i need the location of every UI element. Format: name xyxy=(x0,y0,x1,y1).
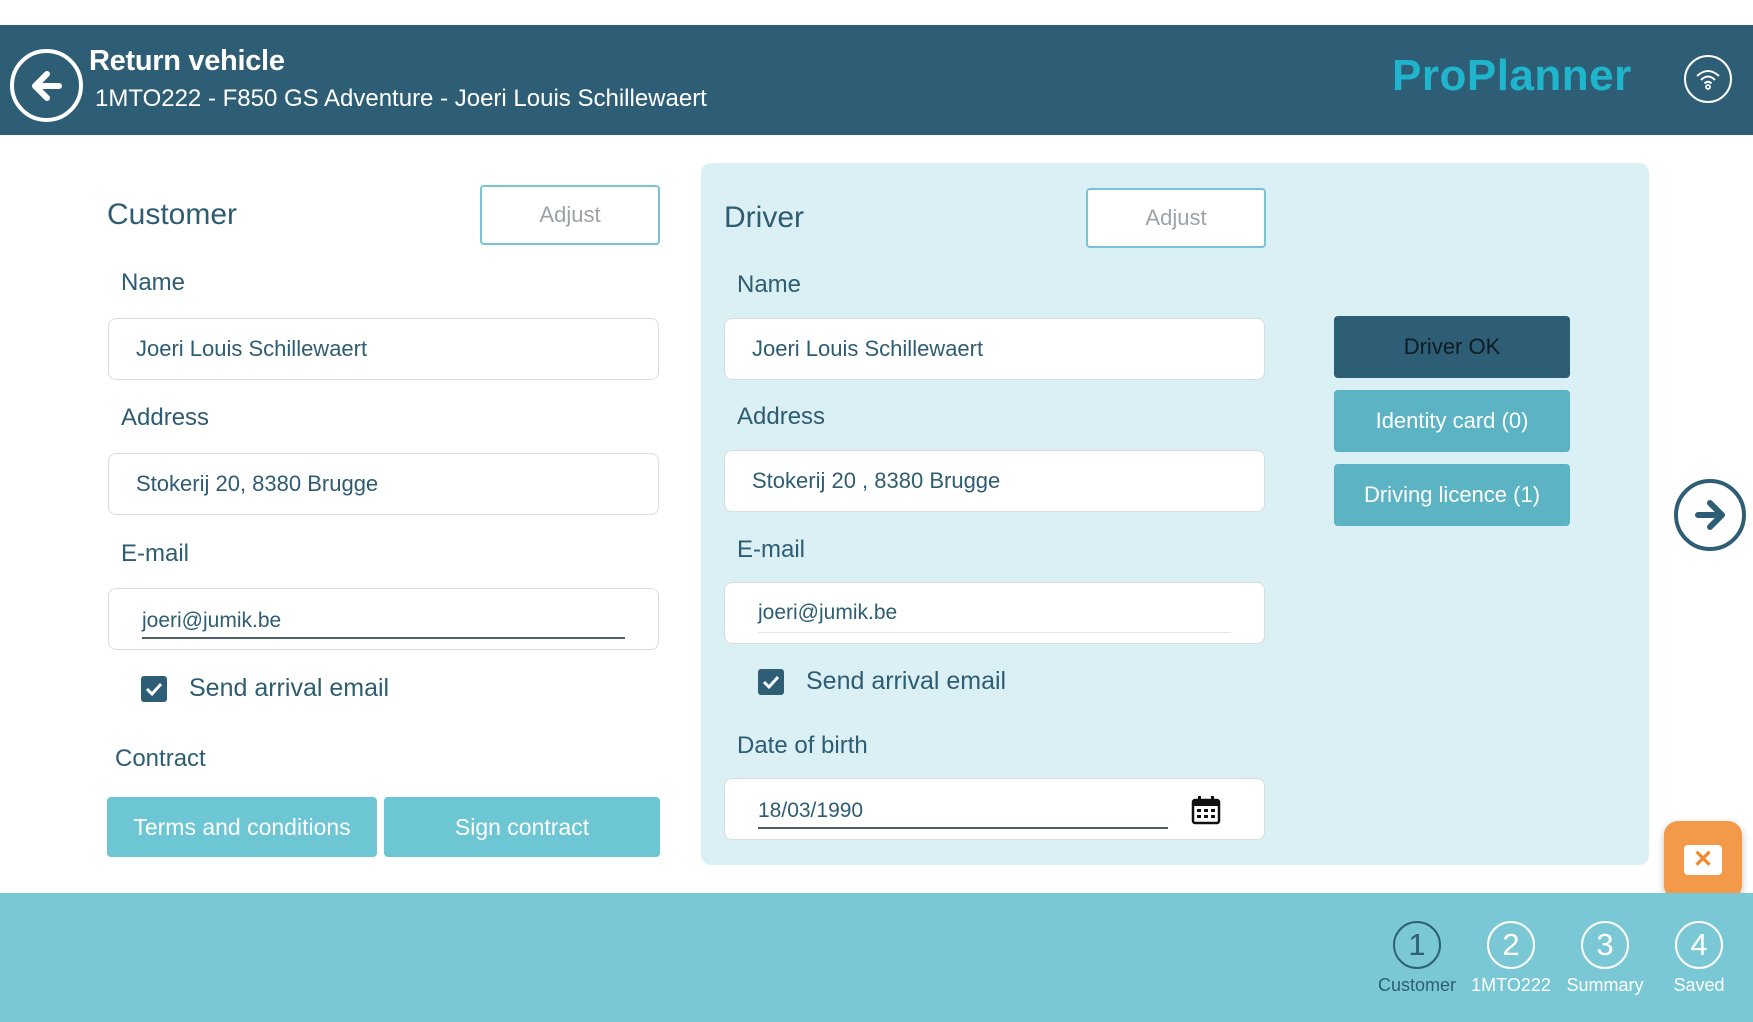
driver-name-field[interactable]: Joeri Louis Schillewaert xyxy=(724,318,1265,380)
customer-send-email-label: Send arrival email xyxy=(189,674,390,702)
wifi-icon xyxy=(1696,70,1720,90)
checkbox-checked-icon xyxy=(758,668,784,695)
wifi-button[interactable] xyxy=(1684,55,1732,103)
customer-email-field[interactable]: joeri@jumik.be xyxy=(108,588,659,650)
arrow-right-icon xyxy=(1695,500,1725,530)
customer-name-field[interactable]: Joeri Louis Schillewaert xyxy=(108,318,659,380)
driver-name-value: Joeri Louis Schillewaert xyxy=(752,336,984,361)
close-button[interactable]: ✕ xyxy=(1664,821,1742,899)
field-underline xyxy=(758,631,1231,633)
brand-logo: ProPlanner xyxy=(1392,51,1632,100)
step-vehicle[interactable]: 2 1MTO222 xyxy=(1463,921,1559,996)
arrow-left-icon xyxy=(31,70,62,101)
dob-label: Date of birth xyxy=(737,732,868,759)
checkbox-checked-icon xyxy=(141,675,167,702)
identity-card-button[interactable]: Identity card (0) xyxy=(1334,390,1570,452)
driver-email-field[interactable]: joeri@jumik.be xyxy=(724,582,1265,644)
driver-send-email-checkbox[interactable]: Send arrival email xyxy=(758,667,1006,696)
customer-send-email-checkbox[interactable]: Send arrival email xyxy=(141,674,389,703)
step-number: 3 xyxy=(1581,921,1629,969)
app-header: Return vehicle 1MTO222 - F850 GS Adventu… xyxy=(0,25,1753,135)
terms-and-conditions-button[interactable]: Terms and conditions xyxy=(107,797,377,857)
driver-title: Driver xyxy=(724,201,804,234)
step-saved[interactable]: 4 Saved xyxy=(1651,921,1747,996)
page-title: Return vehicle xyxy=(89,45,285,77)
driving-licence-button[interactable]: Driving licence (1) xyxy=(1334,464,1570,526)
customer-name-label: Name xyxy=(121,269,186,296)
step-label: Saved xyxy=(1673,975,1725,995)
dob-field[interactable]: 18/03/1990 xyxy=(724,778,1265,840)
step-label: Customer xyxy=(1377,975,1457,995)
customer-address-field[interactable]: Stokerij 20, 8380 Brugge xyxy=(108,453,659,515)
field-underline xyxy=(758,827,1168,829)
customer-adjust-button[interactable]: Adjust xyxy=(480,185,660,245)
customer-address-value: Stokerij 20, 8380 Brugge xyxy=(136,471,379,496)
back-button[interactable] xyxy=(10,49,83,122)
driver-email-label: E-mail xyxy=(737,536,806,563)
customer-name-value: Joeri Louis Schillewaert xyxy=(136,336,368,361)
field-underline xyxy=(142,637,625,639)
driver-address-field[interactable]: Stokerij 20 , 8380 Brugge xyxy=(724,450,1265,512)
step-number: 2 xyxy=(1487,921,1535,969)
step-summary[interactable]: 3 Summary xyxy=(1557,921,1653,996)
step-label: Summary xyxy=(1566,975,1644,995)
driver-adjust-button[interactable]: Adjust xyxy=(1086,188,1266,248)
sign-contract-button[interactable]: Sign contract xyxy=(384,797,660,857)
step-number: 1 xyxy=(1393,921,1441,969)
step-customer[interactable]: 1 Customer xyxy=(1369,921,1465,996)
driver-email-value: joeri@jumik.be xyxy=(758,601,898,624)
customer-email-value: joeri@jumik.be xyxy=(142,609,282,632)
step-label: 1MTO222 xyxy=(1471,975,1551,995)
driver-address-value: Stokerij 20 , 8380 Brugge xyxy=(752,468,1001,493)
step-number: 4 xyxy=(1675,921,1723,969)
driver-send-email-label: Send arrival email xyxy=(806,667,1007,695)
close-icon: ✕ xyxy=(1684,845,1722,875)
page-subtitle: 1MTO222 - F850 GS Adventure - Joeri Loui… xyxy=(95,85,707,112)
contract-label: Contract xyxy=(115,745,206,772)
driver-name-label: Name xyxy=(737,271,802,298)
next-button[interactable] xyxy=(1674,479,1746,551)
customer-title: Customer xyxy=(107,198,238,231)
customer-email-label: E-mail xyxy=(121,540,190,567)
customer-address-label: Address xyxy=(121,404,210,431)
driver-ok-button[interactable]: Driver OK xyxy=(1334,316,1570,378)
driver-address-label: Address xyxy=(737,403,826,430)
dob-value: 18/03/1990 xyxy=(758,799,864,822)
footer-stepper: 1 Customer 2 1MTO222 3 Summary 4 Saved xyxy=(0,893,1753,1022)
calendar-icon[interactable] xyxy=(1190,794,1222,831)
